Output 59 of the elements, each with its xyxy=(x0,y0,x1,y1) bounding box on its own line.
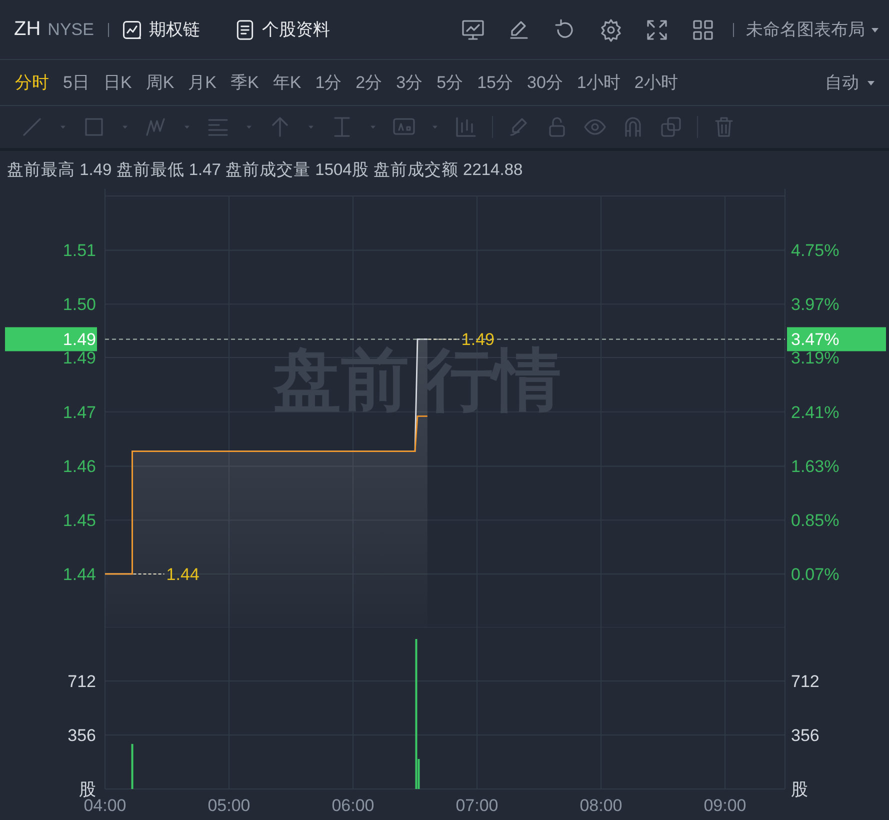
period-tab[interactable]: 周K xyxy=(146,71,174,94)
period-tab[interactable]: 30分 xyxy=(526,71,563,94)
time-label: 07:00 xyxy=(456,796,498,815)
axis-label: 4.75% xyxy=(791,241,840,260)
axis-label: 0.85% xyxy=(791,511,840,530)
axis-label: 1.63% xyxy=(791,457,840,476)
premarket-summary: 盘前最高 1.49 盘前最低 1.47 盘前成交量 1504股 盘前成交额 2214.88 xyxy=(7,160,523,181)
period-tab[interactable]: 3分 xyxy=(396,71,423,94)
exchange-label: NYSE xyxy=(48,20,94,40)
axis-label: 356 xyxy=(68,726,96,745)
period-tab[interactable]: 5分 xyxy=(436,71,464,94)
axis-label: 356 xyxy=(791,726,820,745)
layers-icon[interactable] xyxy=(659,115,683,139)
axis-label: 1.46 xyxy=(62,457,96,476)
pattern-tool-icon[interactable] xyxy=(144,115,168,139)
axis-label: 1.45 xyxy=(62,511,96,530)
last-change-tag: 3.47% xyxy=(787,327,886,352)
period-tab[interactable]: 1分 xyxy=(315,71,342,94)
period-tab[interactable]: 1小时 xyxy=(576,71,620,94)
axis-label: 1.50 xyxy=(62,295,96,314)
period-tab[interactable]: 15分 xyxy=(477,71,513,94)
axis-label: 0.07% xyxy=(791,564,840,584)
header-link[interactable]: 期权链 xyxy=(120,18,200,41)
time-label: 08:00 xyxy=(580,796,622,815)
line-tool-icon[interactable] xyxy=(20,115,44,139)
axis-label: 712 xyxy=(68,672,96,691)
period-tab[interactable]: 5日 xyxy=(63,71,90,94)
header-link[interactable]: 个股资料 xyxy=(234,18,330,41)
period-tab[interactable]: 日K xyxy=(103,71,132,94)
time-label: 04:00 xyxy=(84,796,126,815)
time-label: 09:00 xyxy=(704,796,746,815)
period-tab[interactable]: 年K xyxy=(272,71,302,94)
volume-bar xyxy=(131,744,134,789)
axis-label: 1.44 xyxy=(62,564,96,584)
axis-label: 712 xyxy=(791,672,820,691)
settings-icon[interactable] xyxy=(599,18,623,42)
fullscreen-icon[interactable] xyxy=(645,18,669,42)
grid-layout-icon[interactable] xyxy=(691,18,715,42)
time-label: 05:00 xyxy=(208,796,250,815)
candle-tool-icon[interactable] xyxy=(454,115,478,139)
axis-label: 1.51 xyxy=(62,241,96,260)
ticker-symbol: ZH xyxy=(14,18,41,41)
period-tab[interactable]: 分时 xyxy=(15,71,49,94)
axis-label: 2.41% xyxy=(791,402,840,422)
period-tab[interactable]: 季K xyxy=(230,71,259,94)
axis-label: 3.97% xyxy=(791,295,840,314)
period-tab[interactable]: 2小时 xyxy=(634,71,678,94)
period-tab[interactable]: 2分 xyxy=(356,71,382,94)
period-tab[interactable]: 月K xyxy=(188,71,216,94)
axis-label: 股 xyxy=(791,780,808,799)
rectangle-tool-icon[interactable] xyxy=(82,115,106,139)
time-label: 06:00 xyxy=(332,796,374,815)
axis-label: 股 xyxy=(79,780,96,799)
monitor-chart-icon[interactable] xyxy=(461,18,485,42)
axis-label: 1.47 xyxy=(62,402,96,422)
last-price-tag: 1.49 xyxy=(5,327,97,352)
layout-menu[interactable]: 未命名图表布局 xyxy=(746,18,881,41)
scale-menu[interactable]: 自动 xyxy=(825,71,877,94)
chart-icon xyxy=(120,18,143,40)
